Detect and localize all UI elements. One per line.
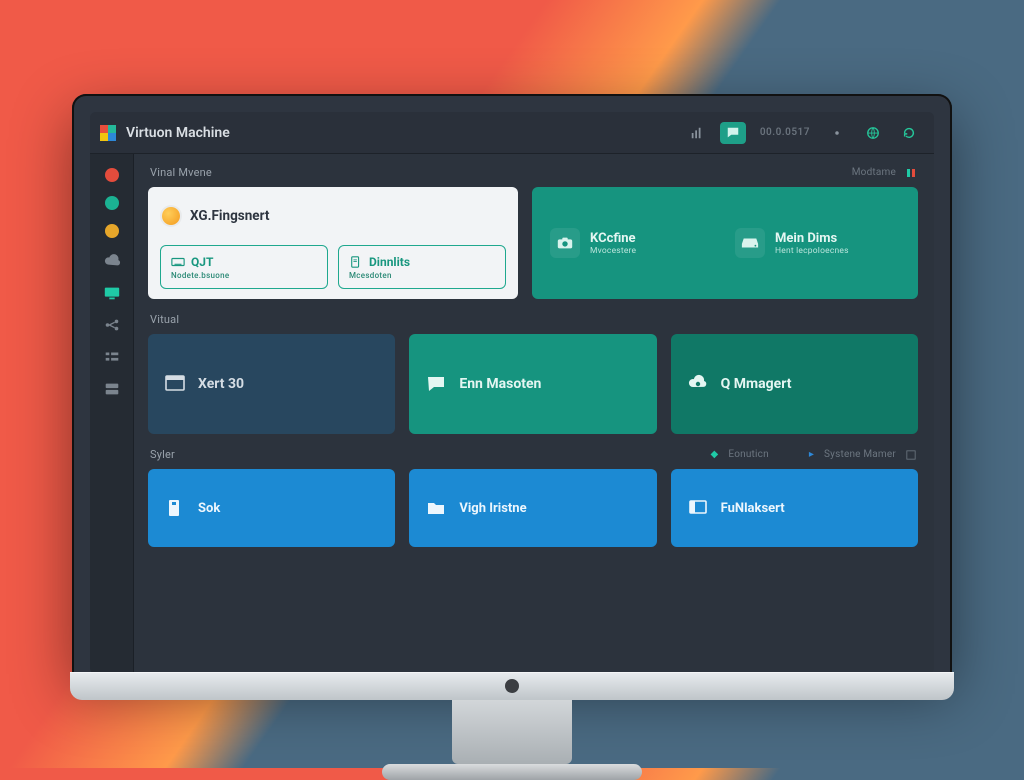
chip-label: Dinnlits	[369, 255, 410, 269]
tag-icon: ◆	[711, 449, 719, 460]
section-label: Modtame	[852, 167, 896, 178]
status-sub: Mvocestere	[590, 246, 636, 256]
sidebar-rail	[90, 154, 134, 674]
monitor-foot	[382, 764, 642, 780]
monitor-icon[interactable]	[101, 284, 123, 302]
camera-icon	[550, 228, 580, 258]
flag-icon: ▸	[809, 449, 814, 460]
cloud-icon[interactable]	[101, 252, 123, 270]
monitor-chin	[70, 672, 954, 700]
tile-label: Sok	[198, 501, 220, 516]
section-label: Eonuticn	[728, 449, 768, 460]
status-meter-icon[interactable]	[684, 122, 710, 144]
folder-icon	[425, 497, 447, 519]
section-header-bottom: Syler ◆ Eonuticn ▸ Systene Mamer	[150, 448, 916, 461]
monitor-frame: Virtuon Machine 00.0.0517	[72, 94, 952, 674]
version-label: 00.0.0517	[756, 122, 814, 144]
app-window: Virtuon Machine 00.0.0517	[90, 112, 934, 674]
panel-icon	[687, 497, 709, 519]
keyboard-icon	[171, 256, 185, 268]
chip-sub: Nodete.bsuone	[171, 271, 317, 280]
share-icon[interactable]	[101, 316, 123, 334]
sun-icon	[162, 207, 180, 225]
tile-label: Vigh Iristne	[459, 501, 526, 516]
chip-label: QJT	[191, 255, 213, 269]
tile-management[interactable]: Q Mmagert	[671, 334, 918, 434]
sidebar-dot-yellow[interactable]	[105, 224, 119, 238]
chip-output[interactable]: QJT Nodete.bsuone	[160, 245, 328, 289]
drive-icon	[735, 228, 765, 258]
tile-emulation[interactable]: Enn Masoten	[409, 334, 656, 434]
chip-documents[interactable]: Dinnlits Mcesdoten	[338, 245, 506, 289]
tile-label: FuNlaksert	[721, 501, 785, 516]
section-label: Vitual	[150, 313, 179, 326]
chip-sub: Mcesdoten	[349, 271, 495, 280]
tile-sok[interactable]: Sok	[148, 469, 395, 547]
title-bar: Virtuon Machine 00.0.0517	[90, 112, 934, 154]
status-item-machine[interactable]: KCcfine Mvocestere	[550, 228, 715, 258]
tile-label: Q Mmagert	[721, 376, 792, 392]
indicator-icon	[906, 168, 916, 178]
card-management[interactable]: XG.Fingsnert QJT Nodete.bsuone	[148, 187, 518, 299]
window-icon	[164, 373, 186, 395]
sidebar-dot-teal[interactable]	[105, 196, 119, 210]
list-icon[interactable]	[101, 348, 123, 366]
app-logo-icon	[100, 125, 116, 141]
apple-logo-icon	[505, 679, 519, 693]
server-icon[interactable]	[101, 380, 123, 398]
tile-label: Enn Masoten	[459, 376, 541, 392]
section-label: Syler	[150, 448, 175, 461]
pin-icon[interactable]	[824, 122, 850, 144]
disk-icon	[164, 497, 186, 519]
refresh-icon[interactable]	[896, 122, 922, 144]
status-item-drives[interactable]: Mein Dims Hent lecpoloecnes	[735, 228, 900, 258]
chat-icon	[425, 373, 447, 395]
sidebar-dot-red[interactable]	[105, 168, 119, 182]
section-header-top: Vinal Mvene Modtame	[150, 166, 916, 179]
status-title: KCcfine	[590, 231, 636, 246]
tile-xert[interactable]: Xert 30	[148, 334, 395, 434]
monitor-stand	[452, 700, 572, 764]
tile-label: Xert 30	[198, 376, 244, 392]
section-header-mid: Vitual	[150, 313, 916, 326]
gear-cloud-icon	[687, 373, 709, 395]
section-label: Vinal Mvene	[150, 166, 212, 179]
main-panel: Vinal Mvene Modtame XG.Fingsnert	[134, 154, 934, 674]
globe-icon[interactable]	[860, 122, 886, 144]
card-status[interactable]: KCcfine Mvocestere Mein Dims Hent lecpol…	[532, 187, 918, 299]
tile-network[interactable]: FuNlaksert	[671, 469, 918, 547]
app-title: Virtuon Machine	[126, 125, 230, 141]
tile-instance[interactable]: Vigh Iristne	[409, 469, 656, 547]
chat-icon[interactable]	[720, 122, 746, 144]
section-label: Systene Mamer	[824, 449, 896, 460]
status-sub: Hent lecpoloecnes	[775, 246, 849, 256]
card-title: XG.Fingsnert	[190, 208, 269, 224]
expand-icon[interactable]	[906, 450, 916, 460]
doc-icon	[349, 256, 363, 268]
status-title: Mein Dims	[775, 231, 849, 246]
